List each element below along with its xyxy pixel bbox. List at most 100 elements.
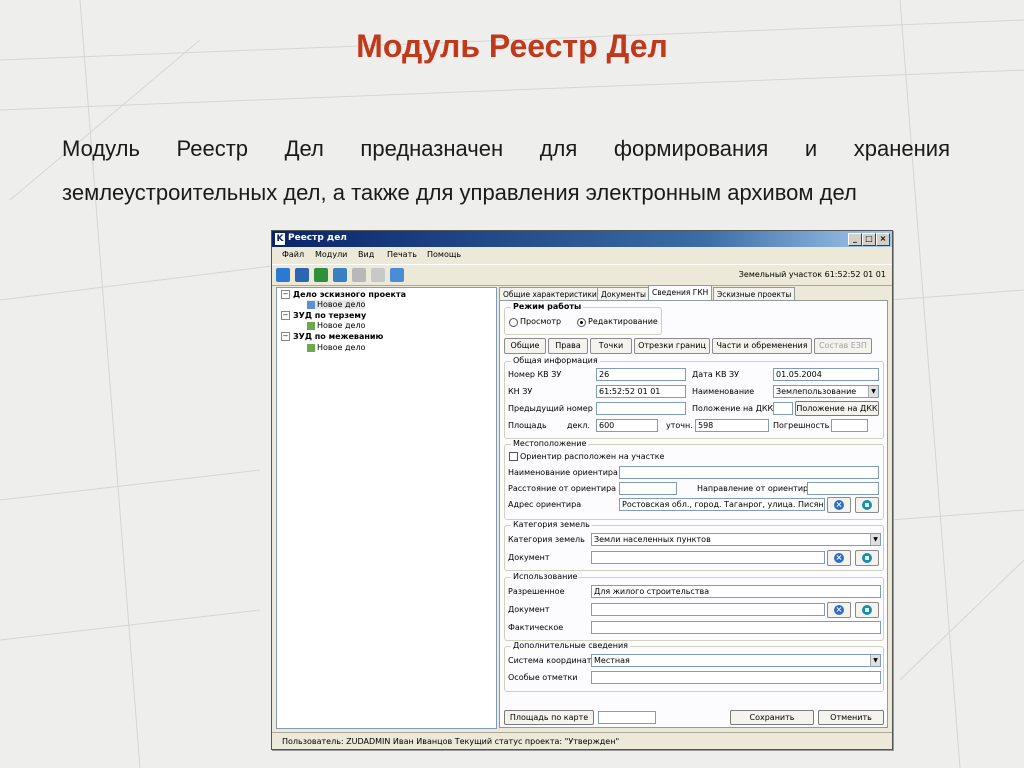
edit-radio[interactable] [577, 318, 586, 327]
chevron-down-icon[interactable]: ▼ [870, 534, 880, 545]
status-text: Пользователь: ZUDADMIN Иван Иванцов Теку… [282, 737, 620, 746]
save-button[interactable]: Сохранить [730, 710, 814, 725]
clear-address-button[interactable]: × [827, 497, 851, 513]
tree-node-terzem[interactable]: − ЗУД по терзему [281, 311, 366, 320]
map-area-button[interactable]: Площадь по карте [504, 710, 594, 725]
menu-print[interactable]: Печать [387, 250, 417, 259]
kn-label: КН ЗУ [508, 387, 533, 396]
slide-body-text: Модуль Реестр Дел предназначен для форми… [62, 136, 950, 205]
area-label: Площадь [508, 421, 547, 430]
open-address-button[interactable] [855, 497, 879, 513]
location-title: Местоположение [511, 439, 589, 448]
registry-window: K Реестр дел _ □ × Файл Модули Вид Печат… [271, 230, 893, 750]
clear-icon: × [834, 605, 844, 615]
landmark-checkbox[interactable] [509, 452, 518, 461]
prev-number-label: Предыдущий номер [508, 404, 593, 413]
coord-system-value: Местная [594, 656, 630, 665]
subtab-rights[interactable]: Права [548, 338, 588, 354]
view-radio[interactable] [509, 318, 518, 327]
land-category-title: Категория земель [511, 520, 592, 529]
tree-leaf-new-case[interactable]: Новое дело [307, 321, 365, 330]
tree-leaf-new-case[interactable]: Новое дело [307, 300, 366, 309]
tab-general-characteristics[interactable]: Общие характеристики [499, 287, 601, 301]
chevron-down-icon[interactable]: ▼ [868, 386, 878, 397]
kv-number-input[interactable]: 26 [596, 368, 686, 381]
book-green-icon[interactable] [314, 268, 328, 282]
tab-documents[interactable]: Документы [597, 287, 650, 301]
collapse-icon[interactable]: − [281, 332, 290, 341]
subtab-points[interactable]: Точки [590, 338, 632, 354]
notes-label: Особые отметки [508, 673, 578, 682]
coord-system-label: Система координат [508, 656, 592, 665]
name-label: Наименование [692, 387, 755, 396]
menu-help[interactable]: Помощь [427, 250, 461, 259]
landmark-address-input[interactable]: Ростовская обл., город. Таганрог, улица.… [619, 498, 825, 511]
kv-number-label: Номер КВ ЗУ [508, 370, 562, 379]
window-title: Реестр дел [288, 233, 347, 243]
kv-date-input[interactable]: 01.05.2004 [773, 368, 879, 381]
coord-system-select[interactable]: Местная ▼ [591, 654, 881, 667]
subtab-general[interactable]: Общие [504, 338, 546, 354]
landmark-name-input[interactable] [619, 466, 879, 479]
location-group: Местоположение Ориентир расположен на уч… [504, 439, 884, 520]
area-utoch-input[interactable]: 598 [695, 419, 769, 432]
open-usage-doc-button[interactable] [855, 602, 879, 618]
tab-content: Режим работы Просмотр Редактирование Общ… [499, 300, 888, 728]
disk-gray-icon[interactable] [371, 268, 385, 282]
close-icon[interactable]: × [876, 233, 890, 246]
usage-title: Использование [511, 572, 580, 581]
chevron-down-icon[interactable]: ▼ [870, 655, 880, 666]
tree-leaf-new-case[interactable]: Новое дело [307, 343, 365, 352]
document-edit-icon [307, 321, 315, 330]
tab-sketch-projects[interactable]: Эскизные проекты [713, 287, 796, 301]
dkk-input[interactable] [773, 402, 793, 415]
dkk-button[interactable]: Положение на ДКК [795, 401, 879, 416]
tree-node-survey[interactable]: − ЗУД по межеванию [281, 332, 383, 341]
extra-info-title: Дополнительные сведения [511, 641, 630, 650]
menu-view[interactable]: Вид [358, 250, 374, 259]
usage-allowed-input[interactable]: Для жилого строительства [591, 585, 881, 598]
minimize-icon[interactable]: _ [848, 233, 862, 246]
land-category-select[interactable]: Земли населенных пунктов ▼ [591, 533, 881, 546]
subtab-ezp[interactable]: Состав ЕЗП [814, 338, 872, 354]
menu-modules[interactable]: Модули [315, 250, 347, 259]
cancel-button[interactable]: Отменить [818, 710, 884, 725]
menu-file[interactable]: Файл [282, 250, 304, 259]
refresh-icon[interactable] [276, 268, 290, 282]
landmark-direction-input[interactable] [807, 482, 879, 495]
disk-icon[interactable] [352, 268, 366, 282]
prev-number-input[interactable] [596, 402, 686, 415]
document-icon [307, 300, 315, 309]
collapse-icon[interactable]: − [281, 290, 290, 299]
subtab-parts[interactable]: Части и обременения [712, 338, 812, 354]
subtab-segments[interactable]: Отрезки границ [634, 338, 710, 354]
folder-icon[interactable] [333, 268, 347, 282]
book-blue-icon[interactable] [295, 268, 309, 282]
window-titlebar[interactable]: K Реестр дел _ □ × [272, 231, 892, 247]
kn-input[interactable]: 61:52:52 01 01 [596, 385, 686, 398]
landmark-distance-input[interactable] [619, 482, 677, 495]
tree-node-sketch[interactable]: − Дело эскизного проекта [281, 290, 406, 299]
maximize-icon[interactable]: □ [862, 233, 876, 246]
open-category-doc-button[interactable] [855, 550, 879, 566]
clear-usage-doc-button[interactable]: × [827, 602, 851, 618]
open-icon [862, 605, 872, 615]
area-decl-label: декл. [567, 421, 590, 430]
export-icon[interactable] [390, 268, 404, 282]
category-document-input[interactable] [591, 551, 825, 564]
landmark-direction-label: Направление от ориентира [697, 484, 814, 493]
error-label: Погрешность [773, 421, 830, 430]
notes-input[interactable] [591, 671, 881, 684]
land-category-label: Категория земель [508, 535, 585, 544]
map-area-input[interactable] [598, 711, 656, 724]
usage-actual-input[interactable] [591, 621, 881, 634]
clear-category-doc-button[interactable]: × [827, 550, 851, 566]
collapse-icon[interactable]: − [281, 311, 290, 320]
details-panel: Общие характеристики Документы Сведения … [499, 285, 888, 728]
error-input[interactable] [831, 419, 868, 432]
name-select[interactable]: Землепользование ▼ [773, 385, 879, 398]
usage-document-input[interactable] [591, 603, 825, 616]
tab-gkn[interactable]: Сведения ГКН [648, 285, 713, 301]
dkk-label: Положение на ДКК [692, 404, 774, 413]
area-decl-input[interactable]: 600 [596, 419, 658, 432]
